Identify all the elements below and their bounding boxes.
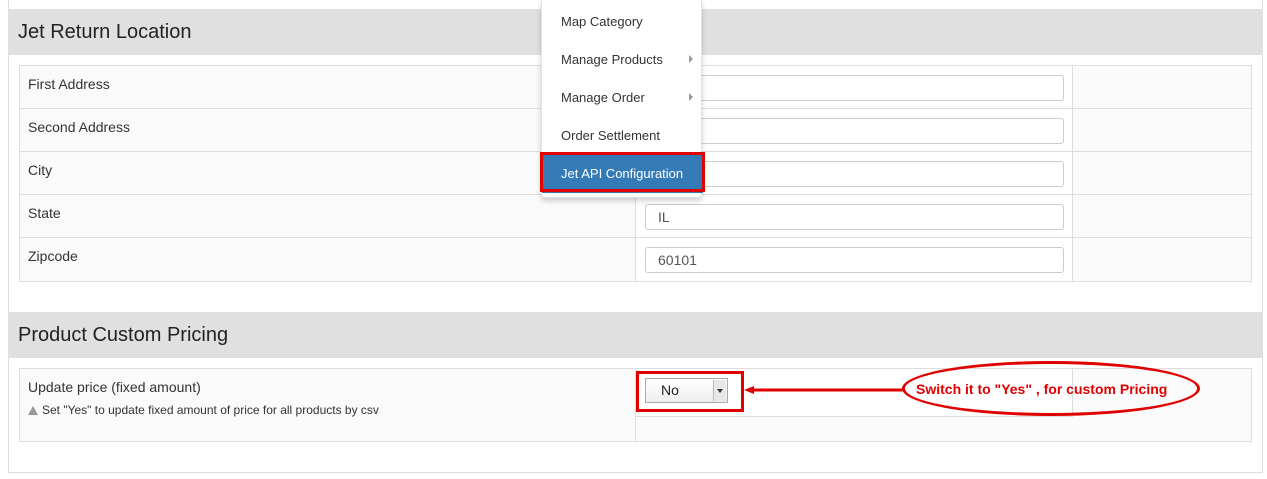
state-input[interactable]: IL [645, 204, 1064, 230]
update-price-hint: Set "Yes" to update fixed amount of pric… [28, 403, 379, 417]
first-address-label: First Address [28, 76, 110, 92]
menu-item-order-settlement[interactable]: Order Settlement [542, 117, 703, 155]
state-label: State [28, 205, 61, 221]
custom-pricing-header: Product Custom Pricing [8, 312, 1263, 358]
second-address-label: Second Address [28, 119, 130, 135]
field-row-state: State IL [20, 195, 1251, 238]
menu-item-manage-order[interactable]: Manage Order [542, 79, 703, 117]
annotation-arrow [744, 386, 904, 394]
warning-triangle-icon [28, 406, 38, 415]
zipcode-input[interactable]: 60101 [645, 247, 1064, 273]
custom-pricing-title: Product Custom Pricing [18, 324, 229, 346]
zipcode-label: Zipcode [28, 248, 78, 264]
select-highlight-box [636, 371, 744, 412]
update-price-hint-text: Set "Yes" to update fixed amount of pric… [42, 403, 379, 417]
second-address-input[interactable] [645, 118, 1064, 144]
chevron-right-icon [689, 55, 693, 63]
city-label: City [28, 162, 53, 178]
menu-item-manage-products[interactable]: Manage Products [542, 41, 703, 79]
return-location-title: Jet Return Location [18, 21, 192, 43]
city-input[interactable]: ON [645, 161, 1064, 187]
field-row-zipcode: Zipcode 60101 [20, 238, 1251, 281]
chevron-right-icon [689, 93, 693, 101]
menu-highlight-box [540, 152, 705, 192]
menu-item-map-category[interactable]: Map Category [542, 3, 703, 41]
first-address-input[interactable]: yx Ave [645, 75, 1064, 101]
annotation-text: Switch it to "Yes" , for custom Pricing [916, 381, 1168, 397]
update-price-label: Update price (fixed amount) [28, 379, 201, 395]
